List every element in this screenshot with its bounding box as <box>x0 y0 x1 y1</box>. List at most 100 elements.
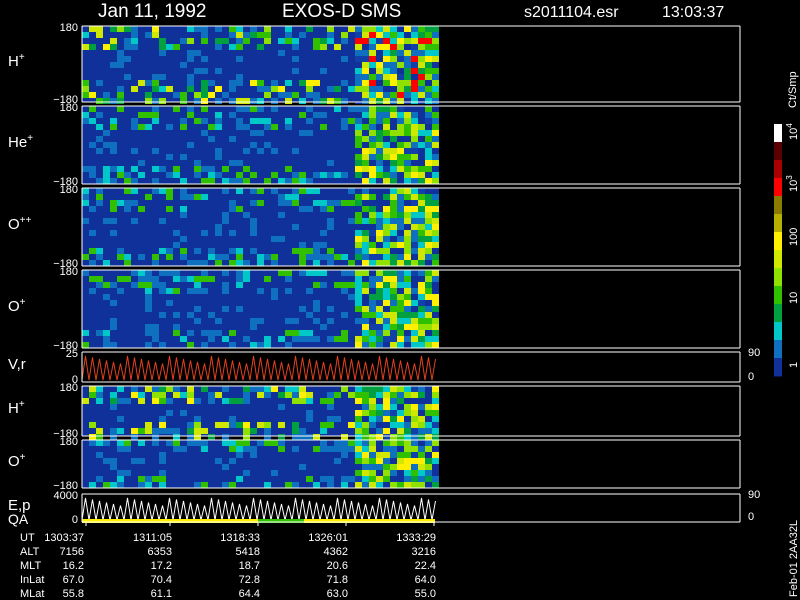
spectrogram-cell <box>229 458 236 464</box>
spectrogram-cell <box>236 422 243 428</box>
spectrogram-cell <box>89 434 96 440</box>
spectrogram-cell <box>117 56 124 62</box>
spectrogram-cell <box>411 224 418 230</box>
spectrogram-cell <box>425 130 432 136</box>
spectrogram-cell <box>383 62 390 68</box>
spectrogram-cell <box>425 236 432 242</box>
spectrogram-cell <box>110 142 117 148</box>
spectrogram-cell <box>362 230 369 236</box>
spectrogram-cell <box>383 118 390 124</box>
spectrogram-cell <box>383 318 390 324</box>
spectrogram-cell <box>432 476 439 482</box>
spectrogram-cell <box>131 166 138 172</box>
spectrogram-cell <box>376 130 383 136</box>
spectrogram-cell <box>362 434 369 440</box>
spectrogram-cell <box>369 318 376 324</box>
spectrogram-cell <box>432 188 439 194</box>
spectrogram-cell <box>334 282 341 288</box>
spectrogram-cell <box>306 254 313 260</box>
spectrogram-cell <box>425 392 432 398</box>
spectrogram-cell <box>376 32 383 38</box>
spectrogram-cell <box>327 200 334 206</box>
spectrogram-cell <box>313 482 320 488</box>
spectrogram-cell <box>348 188 355 194</box>
spectrogram-cell <box>404 392 411 398</box>
spectrogram-cell <box>432 248 439 254</box>
spectrogram-cell <box>432 130 439 136</box>
spectrogram-cell <box>285 200 292 206</box>
spectrogram-cell <box>138 124 145 130</box>
spectrogram-cell <box>383 458 390 464</box>
spectrogram-cell <box>418 288 425 294</box>
spectrogram-cell <box>257 32 264 38</box>
spectrogram-cell <box>96 148 103 154</box>
spectrogram-cell <box>131 38 138 44</box>
spectrogram-cell <box>145 300 152 306</box>
spectrogram-cell <box>397 276 404 282</box>
spectrogram-cell <box>404 92 411 98</box>
spectrogram-cell <box>271 188 278 194</box>
spectrogram-cell <box>362 200 369 206</box>
spectrogram-cell <box>215 458 222 464</box>
spectrogram-cell <box>278 422 285 428</box>
spectrogram-cell <box>362 288 369 294</box>
spectrogram-cell <box>117 254 124 260</box>
spectrogram-cell <box>103 482 110 488</box>
spectrogram-cell <box>222 38 229 44</box>
spectrogram-cell <box>411 386 418 392</box>
spectrogram-cell <box>285 98 292 104</box>
spectrogram-cell <box>299 306 306 312</box>
spectrogram-cell <box>411 98 418 104</box>
spectrogram-cell <box>418 230 425 236</box>
spectrogram-cell <box>383 386 390 392</box>
spectrogram-cell <box>327 260 334 266</box>
spectrogram-cell <box>355 98 362 104</box>
spectrogram-cell <box>334 440 341 446</box>
spectrogram-cell <box>362 166 369 172</box>
spectrogram-cell <box>152 440 159 446</box>
spectrogram-cell <box>327 416 334 422</box>
spectrogram-cell <box>390 434 397 440</box>
spectrogram-cell <box>369 254 376 260</box>
spectrogram-cell <box>173 270 180 276</box>
spectrogram-cell <box>264 118 271 124</box>
spectrogram-cell <box>432 74 439 80</box>
spectrogram-cell <box>201 440 208 446</box>
ephemeris-cell: 64.0 <box>415 574 436 586</box>
spectrogram-cell <box>313 282 320 288</box>
spectrogram-cell <box>250 32 257 38</box>
spectrogram-cell <box>264 124 271 130</box>
spectrogram-cell <box>404 404 411 410</box>
spectrogram-cell <box>110 206 117 212</box>
spectrogram-cell <box>411 200 418 206</box>
spectrogram-cell <box>313 38 320 44</box>
spectrogram-cell <box>411 458 418 464</box>
spectrogram-cell <box>285 26 292 32</box>
spectrogram-cell <box>369 300 376 306</box>
spectrogram-cell <box>397 68 404 74</box>
spectrogram-cell <box>411 306 418 312</box>
spectrogram-cell <box>222 282 229 288</box>
spectrogram-cell <box>89 422 96 428</box>
spectrogram-cell <box>187 288 194 294</box>
spectrogram-cell <box>299 80 306 86</box>
spectrogram-cell <box>138 482 145 488</box>
spectrogram-cell <box>306 288 313 294</box>
spectrogram-cell <box>418 428 425 434</box>
spectrogram-cell <box>383 260 390 266</box>
spectrogram-cell <box>159 416 166 422</box>
spectrogram-cell <box>201 68 208 74</box>
spectrogram-cell <box>320 230 327 236</box>
spectrogram-cell <box>397 38 404 44</box>
spectrogram-cell <box>208 434 215 440</box>
spectrogram-cell <box>82 118 89 124</box>
spectrogram-cell <box>257 318 264 324</box>
colorbar-swatch <box>774 268 782 287</box>
spectrogram-cell <box>390 410 397 416</box>
spectrogram-cell <box>418 282 425 288</box>
y-tick-top: 25 <box>66 348 78 360</box>
spectrogram-cell <box>194 98 201 104</box>
spectrogram-cell <box>236 254 243 260</box>
spectrogram-cell <box>257 200 264 206</box>
spectrogram-cell <box>411 248 418 254</box>
